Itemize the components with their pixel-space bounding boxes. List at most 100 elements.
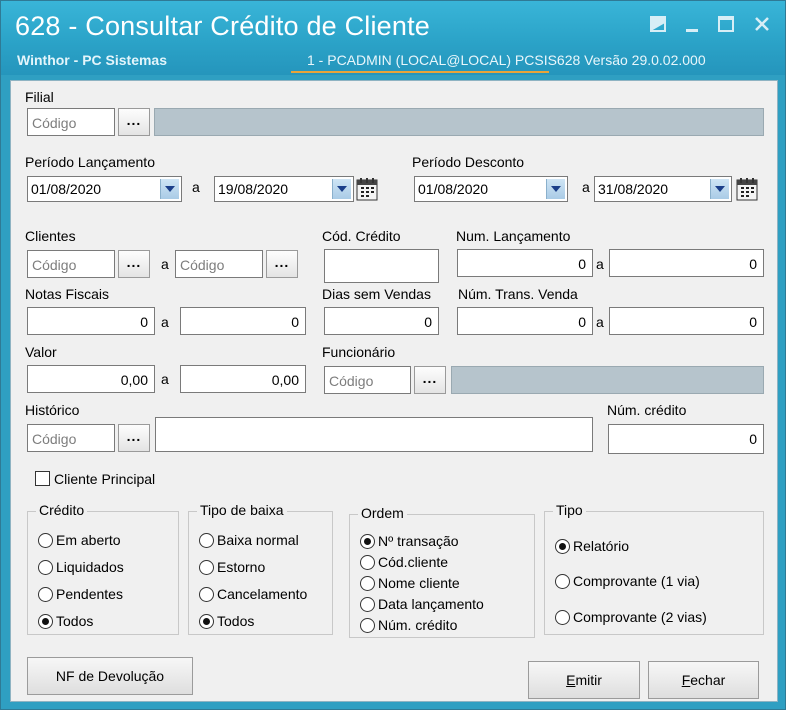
radio-baixa-cancelamento[interactable]: Cancelamento	[199, 586, 307, 602]
emitir-button[interactable]: Emitir	[528, 661, 640, 699]
radio-label: Cód.cliente	[378, 554, 449, 570]
radio-ordem-data-lancamento[interactable]: Data lançamento	[360, 596, 484, 612]
num-lancamento-from[interactable]: 0	[457, 249, 593, 277]
cliente-to-input[interactable]: Código	[175, 250, 263, 278]
radio-icon	[555, 573, 570, 589]
radio-selected-icon	[38, 613, 53, 629]
funcionario-code-input[interactable]: Código	[324, 366, 411, 394]
radio-icon	[199, 586, 214, 602]
radio-ordem-transacao[interactable]: Nº transação	[360, 533, 459, 549]
desconto-to-date[interactable]: 31/08/2020	[594, 176, 732, 202]
radio-label: Todos	[217, 613, 255, 629]
radio-label: Em aberto	[56, 532, 121, 548]
radio-credito-todos[interactable]: Todos	[38, 613, 93, 629]
num-credito-label: Núm. crédito	[607, 402, 687, 418]
clientes-sep: a	[161, 256, 169, 272]
form-panel: Filial Código ... Período Lançamento 01/…	[10, 80, 778, 702]
status-underline	[291, 71, 549, 73]
chevron-down-icon[interactable]	[546, 179, 565, 199]
radio-label: Baixa normal	[217, 532, 299, 548]
radio-label: Comprovante (2 vias)	[573, 609, 707, 625]
valor-label: Valor	[25, 344, 57, 360]
valor-to[interactable]: 0,00	[180, 365, 306, 393]
dias-sem-vendas-label: Dias sem Vendas	[322, 286, 431, 302]
cliente-principal-checkbox[interactable]	[35, 471, 50, 486]
num-trans-venda-from[interactable]: 0	[457, 307, 593, 335]
app-subtitle: Winthor - PC Sistemas	[17, 52, 168, 68]
valor-sep: a	[161, 371, 169, 387]
periodo-lancamento-label: Período Lançamento	[25, 154, 155, 170]
ordem-group-title: Ordem	[358, 505, 407, 521]
radio-tipo-comprovante-2[interactable]: Comprovante (2 vias)	[555, 609, 707, 625]
tipo-group: Tipo Relatório Comprovante (1 via) Compr…	[544, 502, 764, 635]
radio-label: Relatório	[573, 538, 630, 554]
filial-code-input[interactable]: Código	[27, 108, 115, 136]
emitir-accel: E	[566, 672, 576, 688]
close-icon[interactable]	[751, 13, 773, 35]
radio-credito-pendentes[interactable]: Pendentes	[38, 586, 123, 602]
desconto-from-date[interactable]: 01/08/2020	[414, 176, 568, 202]
radio-icon	[360, 554, 375, 570]
title-bar[interactable]: 628 - Consultar Crédito de Cliente Winth…	[1, 1, 785, 75]
num-lancamento-sep: a	[596, 256, 604, 272]
notas-fiscais-from[interactable]: 0	[27, 307, 155, 335]
radio-ordem-num-credito[interactable]: Núm. crédito	[360, 617, 457, 633]
num-lancamento-to[interactable]: 0	[609, 249, 764, 277]
lancamento-from-date[interactable]: 01/08/2020	[27, 176, 182, 202]
notas-fiscais-label: Notas Fiscais	[25, 286, 110, 302]
lancamento-to-date[interactable]: 19/08/2020	[214, 176, 354, 202]
session-status: 1 - PCADMIN (LOCAL@LOCAL) PCSIS628 Versã…	[307, 52, 706, 68]
radio-label: Nome cliente	[378, 575, 460, 591]
historico-text-field[interactable]	[155, 417, 593, 452]
cliente-from-input[interactable]: Código	[27, 250, 115, 278]
credito-group: Crédito Em aberto Liquidados Pendentes T…	[27, 502, 179, 635]
fechar-label: echar	[690, 672, 726, 688]
radio-credito-em-aberto[interactable]: Em aberto	[38, 532, 121, 548]
radio-baixa-todos[interactable]: Todos	[199, 613, 254, 629]
clientes-label: Clientes	[25, 228, 76, 244]
filial-name-field	[154, 108, 764, 136]
funcionario-name-field	[451, 366, 764, 394]
radio-icon	[555, 609, 570, 625]
radio-label: Pendentes	[56, 586, 123, 602]
nf-devolucao-button[interactable]: NF de Devolução	[27, 657, 193, 695]
fechar-button[interactable]: Fechar	[648, 661, 759, 699]
historico-label: Histórico	[25, 402, 80, 418]
chevron-down-icon[interactable]	[710, 179, 729, 199]
historico-code-input[interactable]: Código	[27, 424, 115, 452]
chevron-down-icon[interactable]	[332, 179, 351, 199]
emitir-label: mitir	[575, 672, 602, 688]
funcionario-label: Funcionário	[322, 344, 396, 360]
desconto-to-value: 31/08/2020	[598, 181, 669, 197]
tipo-baixa-group: Tipo de baixa Baixa normal Estorno Cance…	[188, 502, 333, 635]
radio-baixa-estorno[interactable]: Estorno	[199, 559, 265, 575]
filial-browse-button[interactable]: ...	[118, 108, 150, 136]
maximize-icon[interactable]	[715, 13, 737, 35]
calendar-icon[interactable]	[736, 177, 758, 201]
cliente-to-browse-button[interactable]: ...	[266, 250, 298, 278]
radio-icon	[38, 532, 53, 548]
valor-from[interactable]: 0,00	[27, 365, 155, 393]
radio-tipo-relatorio[interactable]: Relatório	[555, 538, 629, 554]
fechar-accel: F	[681, 672, 691, 688]
radio-ordem-cod-cliente[interactable]: Cód.cliente	[360, 554, 448, 570]
radio-selected-icon	[555, 538, 570, 554]
historico-browse-button[interactable]: ...	[118, 424, 150, 452]
filial-label: Filial	[25, 89, 54, 105]
dias-sem-vendas-input[interactable]: 0	[324, 307, 439, 335]
num-trans-venda-to[interactable]: 0	[609, 307, 764, 335]
radio-label: Nº transação	[378, 533, 459, 549]
num-credito-input[interactable]: 0	[608, 424, 764, 454]
radio-ordem-nome-cliente[interactable]: Nome cliente	[360, 575, 460, 591]
funcionario-browse-button[interactable]: ...	[414, 366, 446, 394]
chevron-down-icon[interactable]	[160, 179, 179, 199]
radio-credito-liquidados[interactable]: Liquidados	[38, 559, 124, 575]
radio-baixa-normal[interactable]: Baixa normal	[199, 532, 299, 548]
notas-fiscais-to[interactable]: 0	[180, 307, 306, 335]
radio-tipo-comprovante-1[interactable]: Comprovante (1 via)	[555, 573, 700, 589]
cod-credito-input[interactable]	[324, 249, 439, 283]
restore-icon[interactable]	[647, 13, 669, 35]
cliente-from-browse-button[interactable]: ...	[118, 250, 150, 278]
calendar-icon[interactable]	[356, 177, 378, 201]
minimize-icon[interactable]	[681, 13, 703, 35]
